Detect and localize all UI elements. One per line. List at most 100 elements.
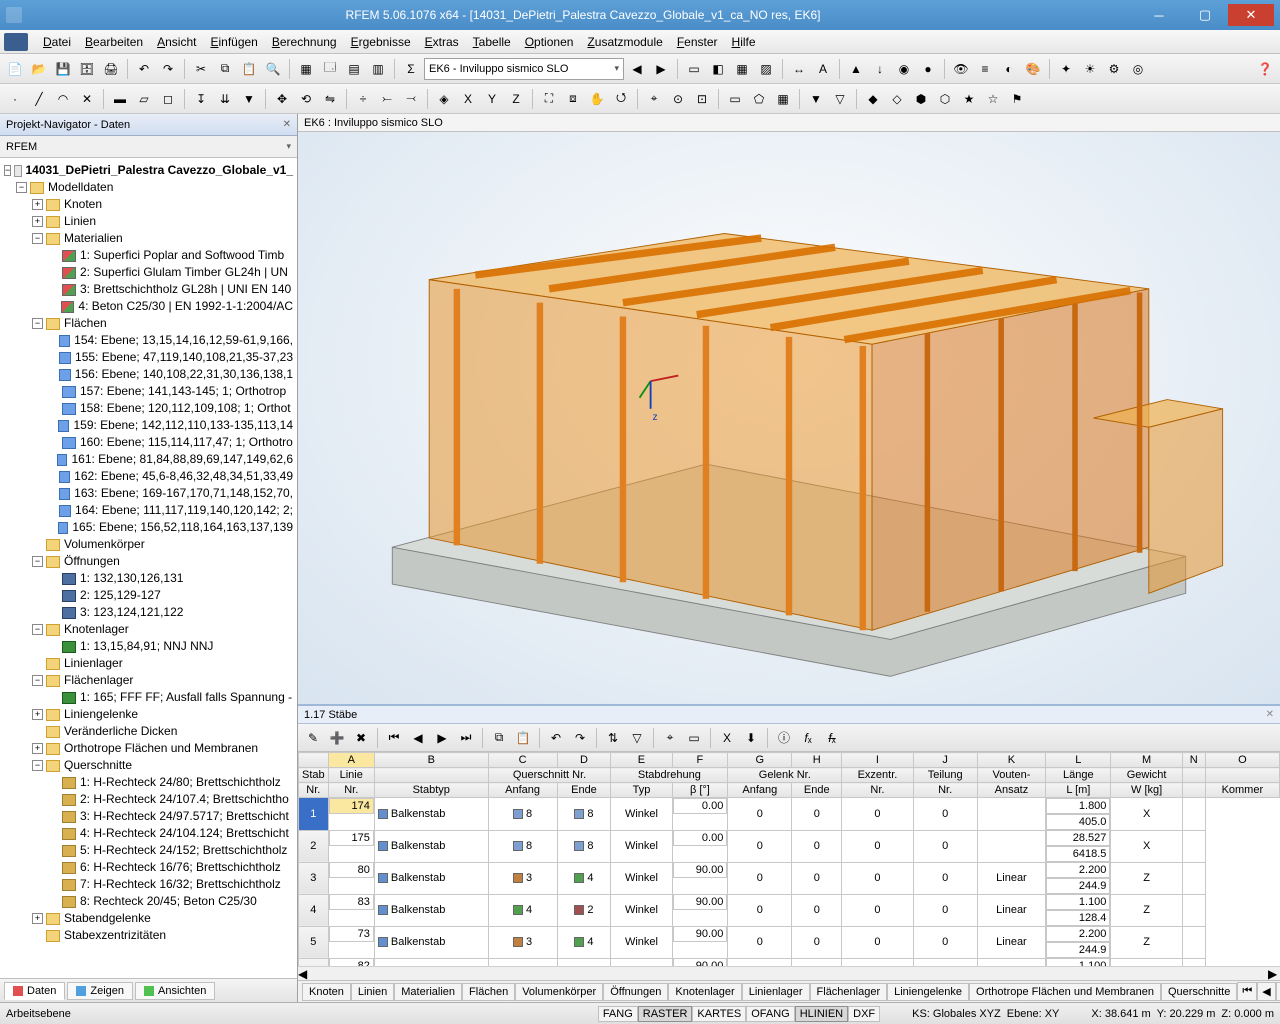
tree-item[interactable]: −Querschnitte: [0, 757, 297, 774]
viewport-3d[interactable]: z: [298, 132, 1280, 704]
table-tab[interactable]: Linienlager: [742, 983, 810, 1001]
zoom-all-icon[interactable]: ⛶: [538, 88, 560, 110]
status-toggle-dxf[interactable]: DXF: [848, 1006, 880, 1022]
table-row[interactable]: 573 Balkenstab 3 4Winkel90.000000Linear2…: [299, 926, 1280, 958]
node-tool-icon[interactable]: ·: [4, 88, 26, 110]
loadcase-combo[interactable]: EK6 - Inviluppo sismico SLO: [424, 58, 624, 80]
window-icon[interactable]: 🗔: [319, 58, 341, 80]
print-icon[interactable]: 🖨: [100, 58, 122, 80]
extra7-icon[interactable]: ⚑: [1006, 88, 1028, 110]
tree-item[interactable]: +Linien: [0, 213, 297, 230]
save-all-icon[interactable]: 🗄: [76, 58, 98, 80]
view-z-icon[interactable]: Z: [505, 88, 527, 110]
surf-tool-icon[interactable]: ▱: [133, 88, 155, 110]
extra6-icon[interactable]: ☆: [982, 88, 1004, 110]
table-icon[interactable]: ▤: [343, 58, 365, 80]
table-tab[interactable]: Querschnitte: [1161, 983, 1237, 1001]
member-tool-icon[interactable]: ▬: [109, 88, 131, 110]
menu-fenster[interactable]: Fenster: [670, 33, 725, 51]
table-row[interactable]: 1174 Balkenstab 8 8Winkel0.0000001.80040…: [299, 798, 1280, 831]
table-row[interactable]: 380 Balkenstab 3 4Winkel90.000000Linear2…: [299, 862, 1280, 894]
table-tab[interactable]: Öffnungen: [603, 983, 668, 1001]
paste-icon[interactable]: 📋: [238, 58, 260, 80]
tree-item[interactable]: Linienlager: [0, 655, 297, 672]
tree-item[interactable]: 160: Ebene; 115,114,117,47; 1; Orthotro: [0, 434, 297, 451]
table-tab[interactable]: Linien: [351, 983, 394, 1001]
snap1-icon[interactable]: ⌖: [643, 88, 665, 110]
orbit-icon[interactable]: ⭯: [610, 88, 632, 110]
tree-item[interactable]: 1: Superfici Poplar and Softwood Timb: [0, 247, 297, 264]
tbl-select-icon[interactable]: ▭: [683, 727, 705, 749]
undo-icon[interactable]: ↶: [133, 58, 155, 80]
render-icon[interactable]: ◐: [998, 58, 1020, 80]
tree-item[interactable]: 2: Superfici Glulam Timber GL24h | UN: [0, 264, 297, 281]
load2-icon[interactable]: ⇊: [214, 88, 236, 110]
tree-item[interactable]: +Orthotrope Flächen und Membranen: [0, 740, 297, 757]
prev-lc-icon[interactable]: ◀: [626, 58, 648, 80]
menu-optionen[interactable]: Optionen: [518, 33, 581, 51]
tree-item[interactable]: −Öffnungen: [0, 553, 297, 570]
zoom-win-icon[interactable]: ⧈: [562, 88, 584, 110]
table-tab[interactable]: Volumenkörper: [515, 983, 603, 1001]
tree-item[interactable]: 161: Ebene; 81,84,88,89,69,147,149,62,6: [0, 451, 297, 468]
box-icon[interactable]: ▭: [683, 58, 705, 80]
tree-item[interactable]: 155: Ebene; 47,119,140,108,21,35-37,23: [0, 349, 297, 366]
extra4-icon[interactable]: ⬡: [934, 88, 956, 110]
tree-item[interactable]: 3: 123,124,121,122: [0, 604, 297, 621]
extend-icon[interactable]: ⤚: [376, 88, 398, 110]
table-tab[interactable]: Orthotrope Flächen und Membranen: [969, 983, 1161, 1001]
new-icon[interactable]: 📄: [4, 58, 26, 80]
tree-item[interactable]: Volumenkörper: [0, 536, 297, 553]
tree-item[interactable]: −Modelldaten: [0, 179, 297, 196]
rotate-icon[interactable]: ⟲: [295, 88, 317, 110]
table-close-icon[interactable]: ✕: [1266, 709, 1274, 720]
tree-item[interactable]: 164: Ebene; 111,117,119,140,120,142; 2;: [0, 502, 297, 519]
menu-berechnung[interactable]: Berechnung: [265, 33, 344, 51]
tree-item[interactable]: 162: Ebene; 45,6-8,46,32,48,34,51,33,49: [0, 468, 297, 485]
tbl-filter-icon[interactable]: ▽: [626, 727, 648, 749]
maximize-button[interactable]: ▢: [1182, 4, 1228, 26]
tree-item[interactable]: −Knotenlager: [0, 621, 297, 638]
grid2-icon[interactable]: ▨: [755, 58, 777, 80]
tree-item[interactable]: Stabexzentrizitäten: [0, 927, 297, 944]
tbl-first-icon[interactable]: ⏮: [383, 727, 405, 749]
status-toggle-raster[interactable]: RASTER: [638, 1006, 693, 1022]
tree-item[interactable]: 1: 165; FFF FF; Ausfall falls Spannung -: [0, 689, 297, 706]
load-icon[interactable]: ↓: [869, 58, 891, 80]
find-icon[interactable]: 🔍: [262, 58, 284, 80]
redo-icon[interactable]: ↷: [157, 58, 179, 80]
menu-zusatzmodule[interactable]: Zusatzmodule: [580, 33, 669, 51]
load1-icon[interactable]: ↧: [190, 88, 212, 110]
tbl-info-icon[interactable]: ⓘ: [773, 727, 795, 749]
tree-item[interactable]: 3: H-Rechteck 24/97.5717; Brettschicht: [0, 808, 297, 825]
tbl-import-icon[interactable]: ⬇: [740, 727, 762, 749]
table-tab[interactable]: Materialien: [394, 983, 462, 1001]
menu-tabelle[interactable]: Tabelle: [466, 33, 518, 51]
filter2-icon[interactable]: ▽: [829, 88, 851, 110]
tree-item[interactable]: −Materialien: [0, 230, 297, 247]
layers-icon[interactable]: ≡: [974, 58, 996, 80]
xray-icon[interactable]: ✦: [1055, 58, 1077, 80]
snap2-icon[interactable]: ⊙: [667, 88, 689, 110]
tree-project-root[interactable]: −14031_DePietri_Palestra Cavezzo_Globale…: [0, 162, 297, 179]
tree-item[interactable]: 165: Ebene; 156,52,118,164,163,137,139: [0, 519, 297, 536]
table-tab[interactable]: Knoten: [302, 983, 351, 1001]
table-tab-nav-icon[interactable]: ⏮: [1237, 982, 1257, 1001]
selall-icon[interactable]: ▦: [772, 88, 794, 110]
menu-extras[interactable]: Extras: [418, 33, 466, 51]
next-lc-icon[interactable]: ▶: [650, 58, 672, 80]
divide-icon[interactable]: ÷: [352, 88, 374, 110]
view-y-icon[interactable]: Y: [481, 88, 503, 110]
status-toggle-kartes[interactable]: KARTES: [692, 1006, 746, 1022]
light-icon[interactable]: ☀: [1079, 58, 1101, 80]
tree-item[interactable]: 1: H-Rechteck 24/80; Brettschichtholz: [0, 774, 297, 791]
grid1-icon[interactable]: ▦: [731, 58, 753, 80]
table-tab-nav-icon[interactable]: ◀: [1257, 982, 1275, 1001]
tree-item[interactable]: 4: H-Rechteck 24/104.124; Brettschicht: [0, 825, 297, 842]
tree-item[interactable]: 163: Ebene; 169-167,170,71,148,152,70,: [0, 485, 297, 502]
tbl-insert-icon[interactable]: ➕: [326, 727, 348, 749]
cube-icon[interactable]: ◧: [707, 58, 729, 80]
navigator-root-tab[interactable]: RFEM: [0, 136, 297, 158]
navigator-tab-ansichten[interactable]: Ansichten: [135, 982, 215, 1000]
snap3-icon[interactable]: ⊡: [691, 88, 713, 110]
